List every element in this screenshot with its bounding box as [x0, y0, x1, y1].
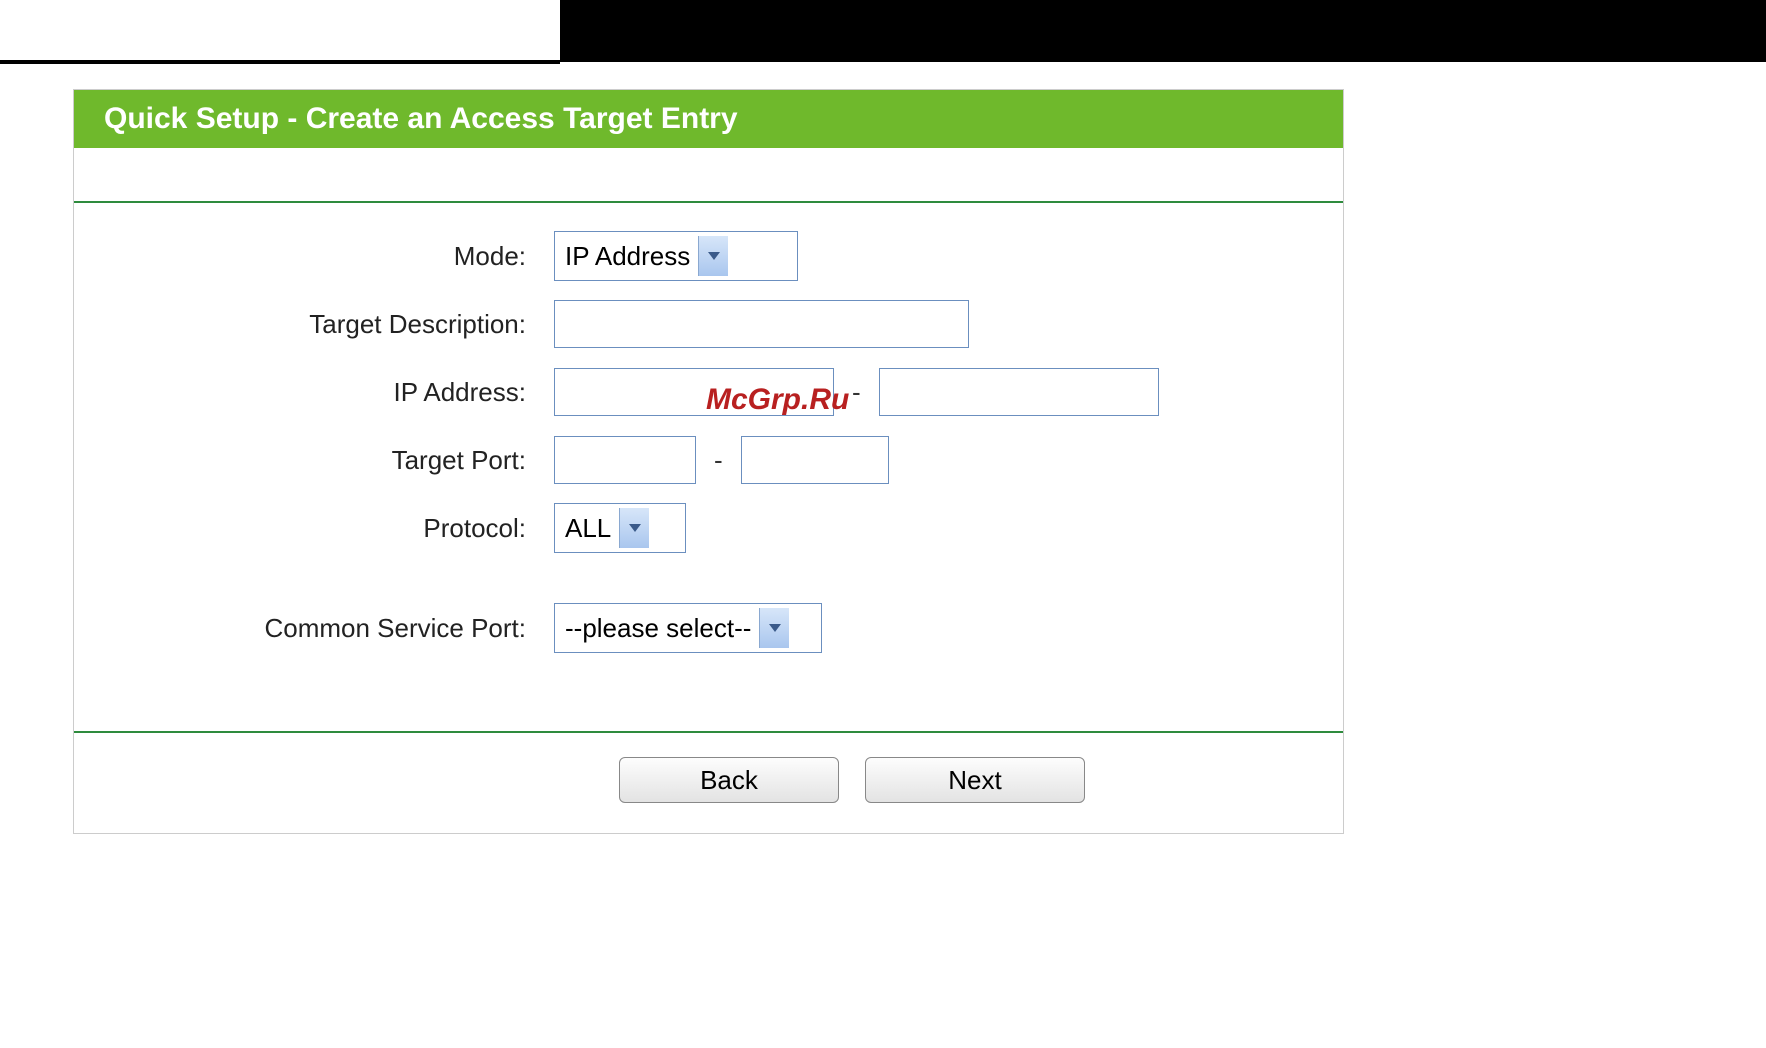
mode-select-value: IP Address — [565, 241, 690, 272]
target-description-label: Target Description: — [74, 309, 554, 340]
row-target-description: Target Description: — [74, 299, 1343, 349]
row-target-port: Target Port: - — [74, 435, 1343, 485]
target-port-end-input[interactable] — [741, 436, 889, 484]
target-port-start-input[interactable] — [554, 436, 696, 484]
next-button[interactable]: Next — [865, 757, 1085, 803]
ip-address-start-input[interactable] — [554, 368, 834, 416]
quick-setup-panel: Quick Setup - Create an Access Target En… — [73, 89, 1344, 834]
form-body: McGrp.Ru Mode: IP Address Target Descrip… — [74, 203, 1343, 731]
protocol-select-value: ALL — [565, 513, 611, 544]
row-ip-address: IP Address: - — [74, 367, 1343, 417]
target-port-dash: - — [710, 445, 727, 476]
mode-label: Mode: — [74, 241, 554, 272]
back-button[interactable]: Back — [619, 757, 839, 803]
target-description-input[interactable] — [554, 300, 969, 348]
row-mode: Mode: IP Address — [74, 231, 1343, 281]
chevron-down-icon — [698, 236, 728, 276]
protocol-select[interactable]: ALL — [554, 503, 686, 553]
top-black-line — [0, 60, 560, 64]
mode-select[interactable]: IP Address — [554, 231, 798, 281]
common-service-port-value: --please select-- — [565, 613, 751, 644]
ip-address-end-input[interactable] — [879, 368, 1159, 416]
common-service-port-select[interactable]: --please select-- — [554, 603, 822, 653]
footer-buttons: Back Next — [74, 731, 1343, 833]
chevron-down-icon — [619, 508, 649, 548]
target-port-label: Target Port: — [74, 445, 554, 476]
ip-address-label: IP Address: — [74, 377, 554, 408]
ip-address-dash: - — [848, 377, 865, 408]
top-black-region — [560, 0, 1766, 62]
row-protocol: Protocol: ALL — [74, 503, 1343, 553]
row-common-service-port: Common Service Port: --please select-- — [74, 603, 1343, 653]
protocol-label: Protocol: — [74, 513, 554, 544]
page-title: Quick Setup - Create an Access Target En… — [74, 90, 1343, 148]
common-service-port-label: Common Service Port: — [74, 613, 554, 644]
header-spacer — [74, 148, 1343, 203]
chevron-down-icon — [759, 608, 789, 648]
